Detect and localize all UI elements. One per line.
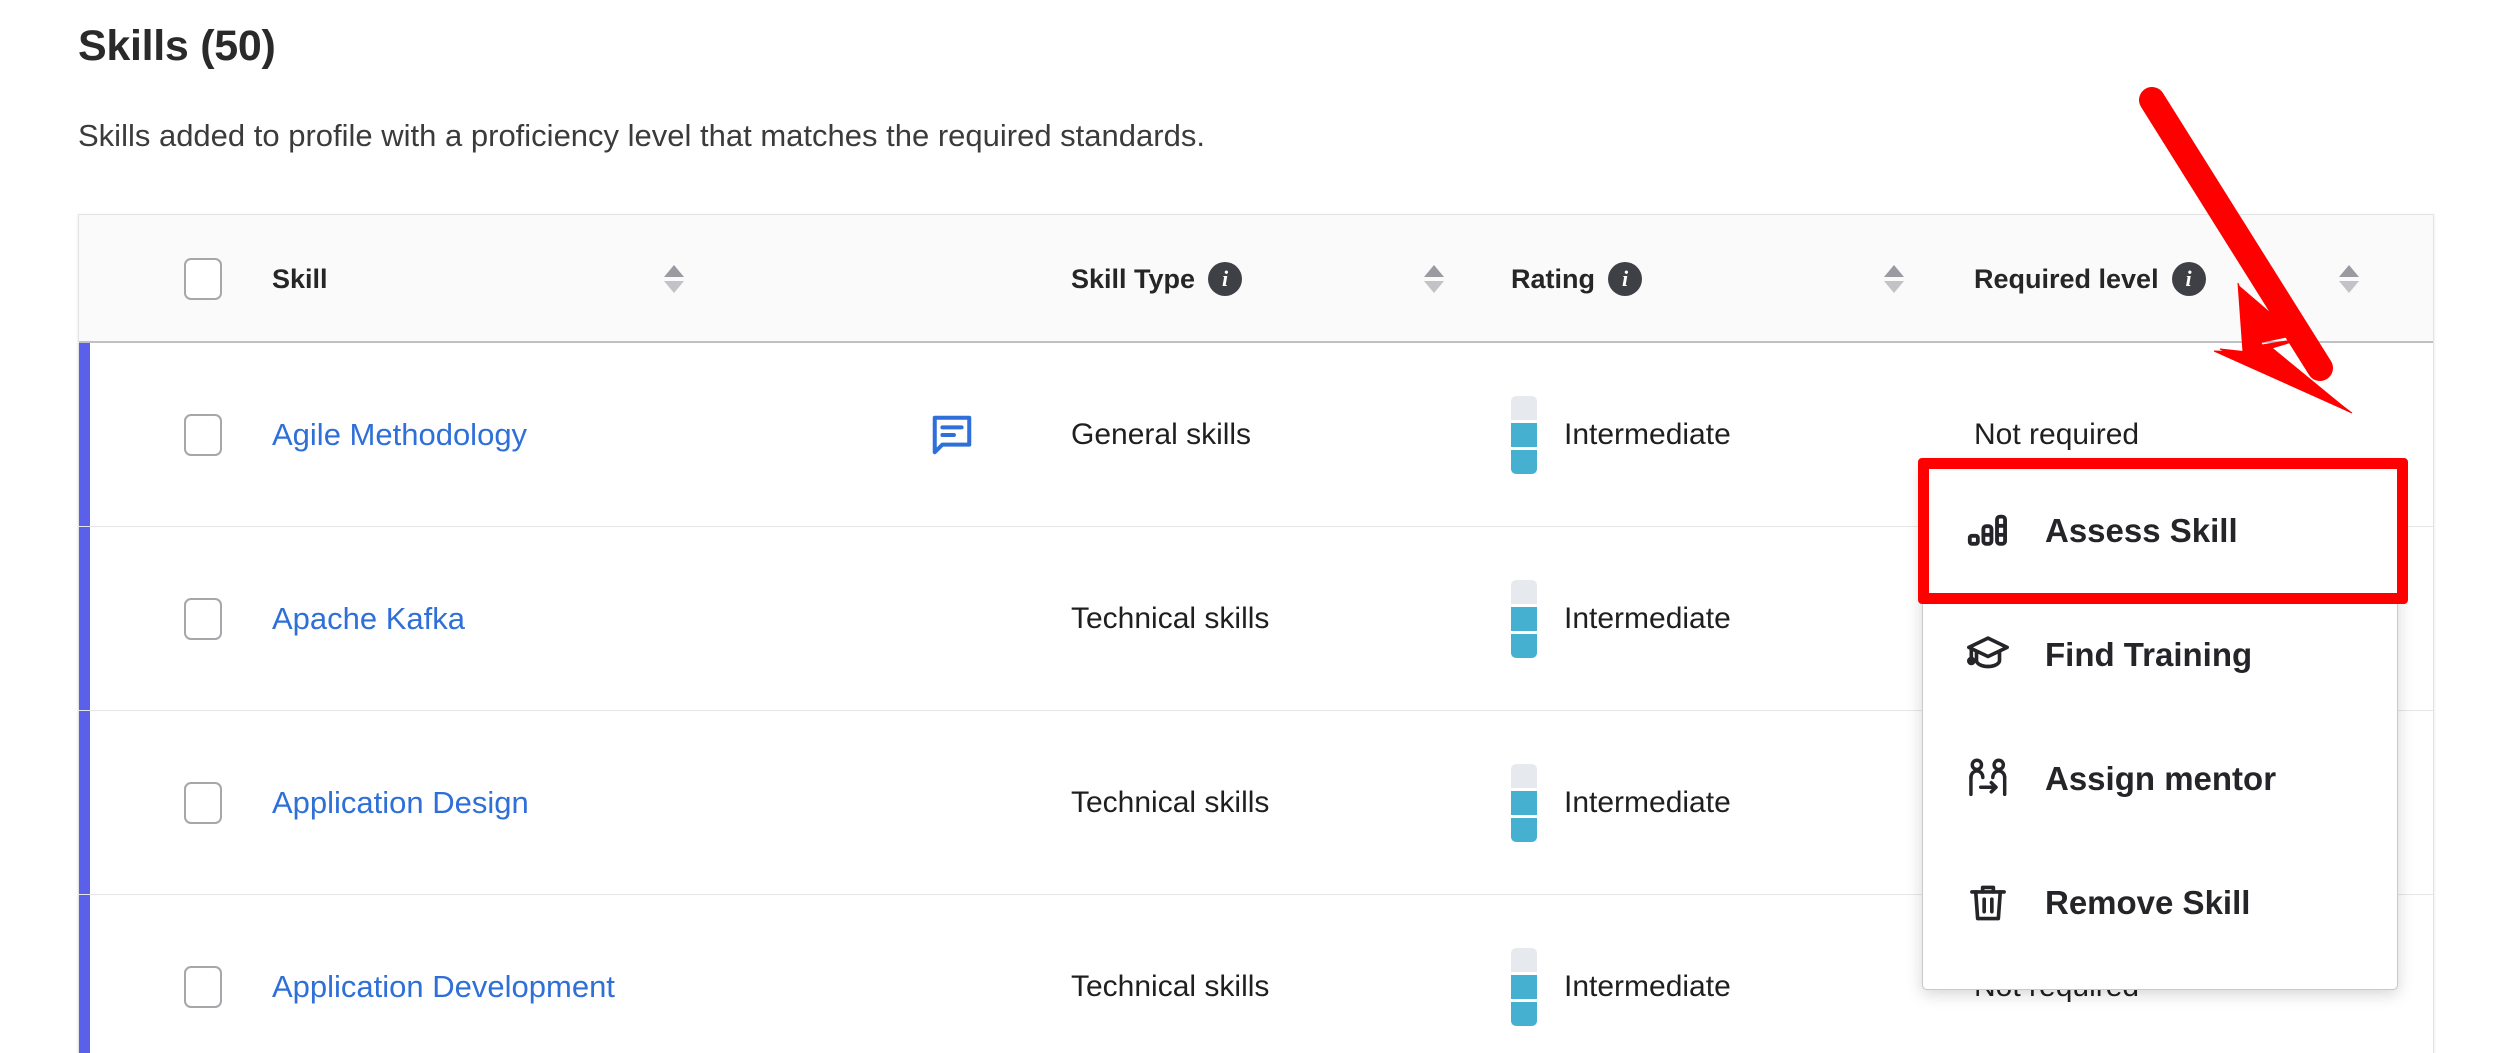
cell-skill-type: General skills [1071,343,1251,527]
rating-level-indicator [1511,580,1537,658]
skill-link[interactable]: Application Design [272,785,529,821]
sort-desc-icon [664,281,684,293]
graduation-cap-icon [1965,632,2011,678]
row-accent-bar [79,527,90,710]
table-header-row: Skill Skill Type i Rating i Required lev… [79,215,2433,343]
rating-segment [1511,607,1537,631]
rating-label: Intermediate [1564,786,1731,819]
rating-segment [1511,818,1537,842]
cell-rating: Intermediate [1511,895,1731,1053]
skill-link[interactable]: Apache Kafka [272,601,465,637]
people-arrow-icon [1965,756,2011,802]
row-checkbox[interactable] [184,414,222,456]
menu-item-label: Assess Skill [2045,512,2238,549]
sort-desc-icon [1884,281,1904,293]
sort-asc-icon [1424,265,1444,277]
rating-segment [1511,450,1537,474]
sort-toggle-skill-type[interactable] [1424,215,1444,343]
cell-skill[interactable]: Agile Methodology [272,343,527,527]
rating-label: Intermediate [1564,418,1731,451]
required-level-text: Not required [1974,418,2140,451]
column-header-skill-type-label: Skill Type [1071,263,1196,294]
page-title: Skills (50) [78,22,276,70]
rating-segment [1511,580,1537,604]
rating-segment [1511,396,1537,420]
skill-link[interactable]: Application Development [272,969,615,1005]
rating-segment [1511,948,1537,972]
column-header-skill-label: Skill [272,263,328,294]
sort-asc-icon [1884,265,1904,277]
column-header-required-level-label: Required level [1974,263,2159,294]
menu-item-label: Assign mentor [2045,760,2277,797]
skill-type-text: Technical skills [1071,970,1270,1003]
menu-item-remove-skill[interactable]: Remove Skill [1923,841,2397,965]
rating-segment [1511,791,1537,815]
row-checkbox[interactable] [184,782,222,824]
cell-skill[interactable]: Application Development [272,895,615,1053]
rating-level-indicator [1511,948,1537,1026]
sort-asc-icon [2339,265,2359,277]
skill-type-text: Technical skills [1071,602,1270,635]
row-accent-bar [79,711,90,894]
row-context-menu[interactable]: Assess Skill Find Training Assign mentor Re… [1922,462,2398,990]
rating-segment [1511,975,1537,999]
rating-segment [1511,764,1537,788]
cell-skill[interactable]: Application Design [272,711,529,895]
page-subtitle: Skills added to profile with a proficien… [78,118,1205,153]
info-icon-rating[interactable]: i [1608,262,1642,296]
skill-type-text: Technical skills [1071,786,1270,819]
row-checkbox[interactable] [184,598,222,640]
cell-skill-type: Technical skills [1071,527,1269,711]
sort-desc-icon [2339,281,2359,293]
column-header-skill[interactable]: Skill [272,215,328,343]
comment-icon[interactable] [929,343,975,527]
column-header-rating[interactable]: Rating i [1511,215,1642,343]
skill-link[interactable]: Agile Methodology [272,417,527,453]
rating-label: Intermediate [1564,970,1731,1003]
sort-toggle-rating[interactable] [1884,215,1904,343]
row-accent-bar [79,343,90,526]
cell-skill-type: Technical skills [1071,895,1269,1053]
sort-toggle-skill[interactable] [664,215,684,343]
info-icon-required-level[interactable]: i [2171,262,2206,296]
cell-rating: Intermediate [1511,527,1731,711]
bar-chart-icon [1965,508,2011,554]
menu-item-assess-skill[interactable]: Assess Skill [1923,469,2397,593]
cell-rating: Intermediate [1511,711,1731,895]
menu-item-find-training[interactable]: Find Training [1923,593,2397,717]
row-checkbox[interactable] [184,966,222,1008]
sort-desc-icon [1424,281,1444,293]
rating-segment [1511,1002,1537,1026]
menu-item-label: Find Training [2045,636,2253,673]
skills-page: Skills (50) Skills added to profile with… [0,0,2509,1053]
info-icon-skill-type[interactable]: i [1208,262,1243,296]
rating-level-indicator [1511,396,1537,474]
rating-level-indicator [1511,764,1537,842]
trash-icon [1965,880,2011,926]
sort-asc-icon [664,265,684,277]
sort-toggle-required-level[interactable] [2339,215,2359,343]
cell-skill-type: Technical skills [1071,711,1269,895]
select-all-checkbox[interactable] [184,258,222,300]
column-header-skill-type[interactable]: Skill Type i [1071,215,1243,343]
cell-rating: Intermediate [1511,343,1731,527]
rating-label: Intermediate [1564,602,1731,635]
column-header-rating-label: Rating [1511,263,1595,294]
cell-skill[interactable]: Apache Kafka [272,527,465,711]
menu-item-label: Remove Skill [2045,884,2251,921]
row-accent-bar [79,895,90,1053]
column-header-required-level[interactable]: Required level i [1974,215,2206,343]
rating-segment [1511,634,1537,658]
menu-item-assign-mentor[interactable]: Assign mentor [1923,717,2397,841]
skill-type-text: General skills [1071,418,1252,451]
rating-segment [1511,423,1537,447]
